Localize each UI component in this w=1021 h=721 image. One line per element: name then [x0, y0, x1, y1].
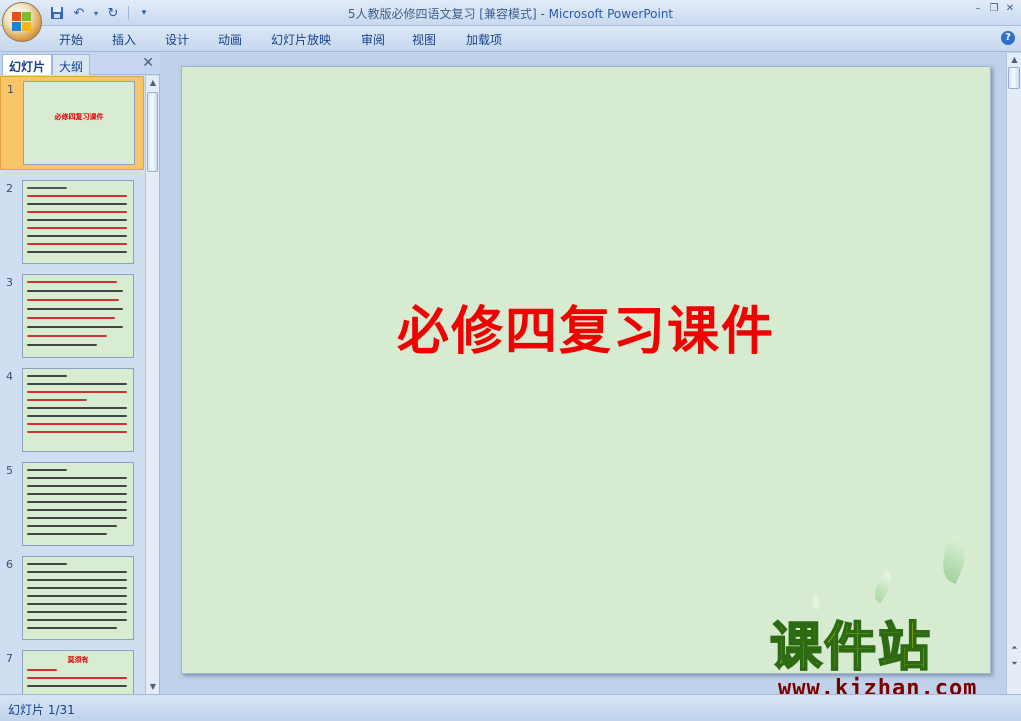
leaf-decoration — [868, 570, 898, 604]
slide-thumbnail-2[interactable]: 2 — [0, 176, 144, 270]
panel-tabs: 幻灯片 大纲 ✕ — [0, 53, 160, 75]
slide-thumbnail-6[interactable]: 6 — [0, 552, 144, 646]
slide-title[interactable]: 必修四复习课件 — [182, 289, 990, 364]
thumbnail-number: 1 — [7, 83, 14, 96]
thumbnail-title: 必修四复习课件 — [54, 113, 104, 121]
slide-thumbnails: 1 必修四复习课件 2 3 4 5 6 7 莫须有 — [0, 76, 144, 694]
window-title-document: 5人教版必修四语文复习 [兼容模式] - — [347, 7, 549, 21]
thumbnail-preview: 莫须有 — [22, 650, 134, 694]
office-button[interactable] — [2, 2, 42, 42]
slide-thumbnail-7[interactable]: 7 莫须有 — [0, 646, 144, 694]
tab-slides[interactable]: 幻灯片 — [2, 54, 53, 75]
scroll-up-icon[interactable]: ▲ — [1007, 55, 1021, 64]
tab-outline[interactable]: 大纲 — [52, 54, 91, 75]
leaf-decoration — [810, 594, 822, 610]
thumbnail-title: 莫须有 — [67, 656, 89, 664]
scroll-up-icon[interactable]: ▲ — [146, 76, 160, 90]
title-bar: ↶ ▾ ↻ ▾ 5人教版必修四语文复习 [兼容模式] - Microsoft P… — [0, 0, 1021, 42]
current-slide[interactable]: 必修四复习课件 — [181, 66, 991, 674]
window-title-app: Microsoft PowerPoint — [548, 7, 674, 21]
thumbnail-number: 2 — [6, 182, 13, 195]
thumbnail-number: 6 — [6, 558, 13, 571]
window-title: 5人教版必修四语文复习 [兼容模式] - Microsoft PowerPoin… — [0, 5, 1021, 22]
thumbnail-preview — [22, 274, 134, 358]
scroll-thumb[interactable] — [147, 92, 158, 172]
slide-indicator: 幻灯片 1/31 — [8, 703, 75, 717]
tab-addins[interactable]: 加载项 — [466, 31, 502, 48]
slide-scrollbar[interactable]: ▲ ⏶ ⏷ — [1006, 53, 1021, 694]
slide-thumbnail-1[interactable]: 1 必修四复习课件 — [0, 76, 144, 170]
minimize-icon[interactable]: – — [971, 2, 985, 16]
office-logo-icon — [12, 12, 32, 32]
tab-view[interactable]: 视图 — [412, 31, 436, 48]
watermark-name: 课件站 — [769, 618, 933, 678]
tab-home[interactable]: 开始 — [59, 31, 83, 48]
thumbnail-preview — [22, 368, 134, 452]
tab-review[interactable]: 审阅 — [361, 31, 385, 48]
thumbnail-number: 7 — [6, 652, 13, 665]
thumbnail-number: 5 — [6, 464, 13, 477]
leaf-decoration — [933, 533, 975, 585]
tab-design[interactable]: 设计 — [165, 31, 189, 48]
tab-insert[interactable]: 插入 — [112, 31, 136, 48]
status-bar: 幻灯片 1/31 — [0, 694, 1021, 721]
scroll-thumb[interactable] — [1008, 67, 1020, 89]
thumbnail-preview: 必修四复习课件 — [23, 81, 135, 165]
tab-animations[interactable]: 动画 — [218, 31, 242, 48]
thumbnail-number: 4 — [6, 370, 13, 383]
ribbon-tabs: 开始 插入 设计 动画 幻灯片放映 审阅 视图 加载项 ? — [0, 26, 1021, 52]
thumbnail-preview — [22, 462, 134, 546]
thumbnail-number: 3 — [6, 276, 13, 289]
slide-thumbnail-4[interactable]: 4 — [0, 364, 144, 458]
watermark-logo: 课件站 www.kjzhan.com — [769, 618, 1010, 701]
slide-thumbnail-5[interactable]: 5 — [0, 458, 144, 552]
window-controls: – ❐ ✕ — [971, 2, 1017, 16]
slides-panel: 幻灯片 大纲 ✕ 1 必修四复习课件 2 3 4 5 6 7 莫须有 ▲ ▼ — [0, 53, 160, 694]
thumbnail-preview — [22, 556, 134, 640]
scroll-down-icon[interactable]: ▼ — [146, 680, 160, 694]
thumbnails-scrollbar[interactable]: ▲ ▼ — [145, 76, 159, 694]
tab-slideshow[interactable]: 幻灯片放映 — [271, 31, 331, 48]
slide-thumbnail-3[interactable]: 3 — [0, 270, 144, 364]
slide-editor: 必修四复习课件 — [161, 53, 1006, 694]
help-icon[interactable]: ? — [1001, 31, 1015, 45]
restore-icon[interactable]: ❐ — [987, 2, 1001, 16]
close-panel-icon[interactable]: ✕ — [142, 55, 154, 71]
thumbnail-preview — [22, 180, 134, 264]
close-icon[interactable]: ✕ — [1003, 2, 1017, 16]
